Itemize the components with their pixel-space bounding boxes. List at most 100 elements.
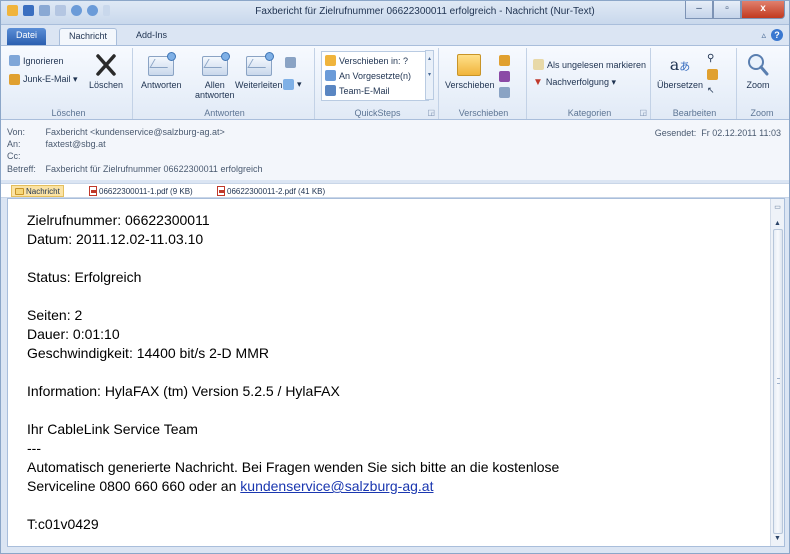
sent-value: Fr 02.12.2011 11:03: [701, 128, 781, 138]
title-bar: Faxbericht für Zielrufnummer 06622300011…: [1, 1, 789, 25]
forward-label: Weiterleiten: [235, 80, 283, 90]
group-quicksteps: Verschieben in: ? An Vorgesetzte(n) Team…: [317, 48, 439, 119]
translate-button[interactable]: aあ Übersetzen: [657, 52, 703, 90]
move-button[interactable]: Verschieben: [445, 52, 495, 90]
save-icon[interactable]: [23, 5, 34, 16]
group-tags: Als ungelesen markieren ▼ Nachverfolgung…: [529, 48, 651, 119]
reply-all-icon: [201, 52, 230, 78]
body-line: T:c01v0429: [27, 516, 99, 532]
body-line: Zielrufnummer: 06622300011: [27, 212, 210, 228]
flag-icon: ▼: [533, 77, 543, 88]
mark-unread-button[interactable]: Als ungelesen markieren: [533, 58, 646, 71]
to-value[interactable]: faxtest@sbg.at: [46, 139, 106, 149]
undo-icon[interactable]: [39, 5, 50, 16]
onenote-button[interactable]: [499, 70, 510, 83]
maximize-button[interactable]: ▫: [713, 1, 741, 19]
scroll-down-icon[interactable]: ▼: [773, 534, 782, 543]
tags-launcher-icon[interactable]: ◲: [639, 108, 647, 117]
vertical-scrollbar[interactable]: ▭ ▲ ▼: [770, 199, 784, 546]
move-label: Verschieben: [445, 80, 495, 90]
delete-button[interactable]: Löschen: [89, 52, 123, 90]
rules-button[interactable]: [499, 54, 510, 67]
im-icon: [283, 79, 294, 90]
tab-message[interactable]: Nachricht: [59, 28, 118, 45]
quickstep-team-mail[interactable]: Team-E-Mail: [325, 84, 390, 97]
message-tab[interactable]: Nachricht: [11, 185, 64, 197]
select-button[interactable]: ↖: [707, 84, 715, 97]
ignore-icon: [9, 55, 20, 66]
group-label-editing: Bearbeiten: [672, 108, 717, 118]
subject-label: Betreff:: [7, 164, 36, 174]
customize-qat-icon[interactable]: [103, 5, 110, 16]
group-delete: Ignorieren Junk-E-Mail ▾ Löschen Löschen: [5, 48, 133, 119]
scrollbar-thumb[interactable]: [773, 229, 783, 534]
body-line-with-link: Serviceline 0800 660 660 oder an kundens…: [27, 477, 559, 496]
mark-unread-icon: [533, 59, 544, 70]
related-icon: [707, 69, 718, 80]
more-respond-dropdown[interactable]: ▾: [283, 78, 302, 91]
attachment-1[interactable]: 06622300011-1.pdf (9 KB): [89, 186, 193, 196]
group-label-tags: Kategorien: [567, 108, 612, 118]
split-icon[interactable]: ▭: [773, 203, 782, 214]
help-area: ▵ ?: [761, 29, 783, 41]
related-button[interactable]: [707, 68, 718, 81]
quickstep-to-manager[interactable]: An Vorgesetzte(n): [325, 69, 411, 82]
previous-item-icon[interactable]: [71, 5, 82, 16]
more-respond-button[interactable]: [285, 56, 296, 69]
ignore-label: Ignorieren: [23, 55, 64, 66]
reply-all-label-2: antworten: [195, 90, 235, 100]
group-label-delete: Löschen: [51, 108, 86, 118]
body-line: Geschwindigkeit: 14400 bit/s 2-D MMR: [27, 345, 269, 361]
quick-access-toolbar: [7, 5, 110, 16]
ribbon: Ignorieren Junk-E-Mail ▾ Löschen Löschen…: [1, 45, 789, 120]
tab-addins[interactable]: Add-Ins: [127, 28, 176, 45]
tab-file[interactable]: Datei: [7, 28, 47, 45]
to-manager-label: An Vorgesetzte(n): [339, 70, 412, 81]
more-respond-icon: [285, 57, 296, 68]
minimize-ribbon-icon[interactable]: ▵: [761, 30, 766, 41]
quicksteps-gallery: Verschieben in: ? An Vorgesetzte(n) Team…: [321, 50, 434, 103]
quickstep-move-to[interactable]: Verschieben in: ?: [325, 54, 408, 67]
reply-icon: [148, 52, 177, 78]
body-line: Ihr CableLink Service Team: [27, 421, 198, 437]
body-line-prefix: Serviceline 0800 660 660 oder an: [27, 478, 241, 494]
outlook-app-icon: [7, 5, 18, 16]
redo-icon[interactable]: [55, 5, 66, 16]
close-button[interactable]: x: [741, 1, 785, 19]
from-value[interactable]: Faxbericht <kundenservice@salzburg-ag.at…: [46, 127, 225, 137]
follow-up-button[interactable]: ▼ Nachverfolgung ▾: [533, 76, 616, 89]
pdf-icon: [89, 186, 97, 196]
reply-all-button[interactable]: Allen antworten: [195, 52, 235, 100]
quicksteps-launcher-icon[interactable]: ◲: [427, 108, 435, 117]
ribbon-tabs: Datei Nachricht Add-Ins ▵ ?: [1, 25, 789, 45]
next-item-icon[interactable]: [87, 5, 98, 16]
from-row: Von: Faxbericht <kundenservice@salzburg-…: [7, 127, 225, 137]
group-zoom: Zoom Zoom: [739, 48, 785, 119]
actions-button[interactable]: [499, 86, 510, 99]
ignore-button[interactable]: Ignorieren: [9, 54, 64, 67]
group-label-respond: Antworten: [204, 108, 245, 118]
to-label: An:: [7, 139, 21, 149]
group-move: Verschieben Verschieben: [441, 48, 527, 119]
forward-button[interactable]: Weiterleiten: [235, 52, 282, 90]
reply-button[interactable]: Antworten: [141, 52, 182, 90]
attachment-2-label: 06622300011-2.pdf (41 KB): [227, 186, 326, 196]
attachment-2[interactable]: 06622300011-2.pdf (41 KB): [217, 186, 325, 196]
scroll-up-icon[interactable]: ▲: [773, 219, 782, 228]
help-icon[interactable]: ?: [771, 29, 783, 41]
binoculars-icon: ⚲: [707, 53, 715, 64]
junk-mail-button[interactable]: Junk-E-Mail ▾: [9, 73, 78, 86]
sent-label: Gesendet:: [654, 128, 697, 138]
minimize-button[interactable]: ‒: [685, 1, 713, 19]
team-mail-label: Team-E-Mail: [339, 85, 390, 96]
body-line: Automatisch generierte Nachricht. Bei Fr…: [27, 459, 560, 475]
message-body[interactable]: Zielrufnummer: 06622300011 Datum: 2011.1…: [7, 198, 785, 547]
email-link[interactable]: kundenservice@salzburg-ag.at: [240, 478, 433, 494]
zoom-button[interactable]: Zoom: [745, 52, 771, 90]
pdf-icon: [217, 186, 225, 196]
group-label-zoom: Zoom: [750, 108, 774, 118]
outlook-message-window: Faxbericht für Zielrufnummer 06622300011…: [0, 0, 790, 554]
find-button[interactable]: ⚲: [707, 52, 714, 65]
quicksteps-scrollbar[interactable]: ▴ ▾: [425, 50, 434, 100]
delete-label: Löschen: [89, 80, 124, 90]
